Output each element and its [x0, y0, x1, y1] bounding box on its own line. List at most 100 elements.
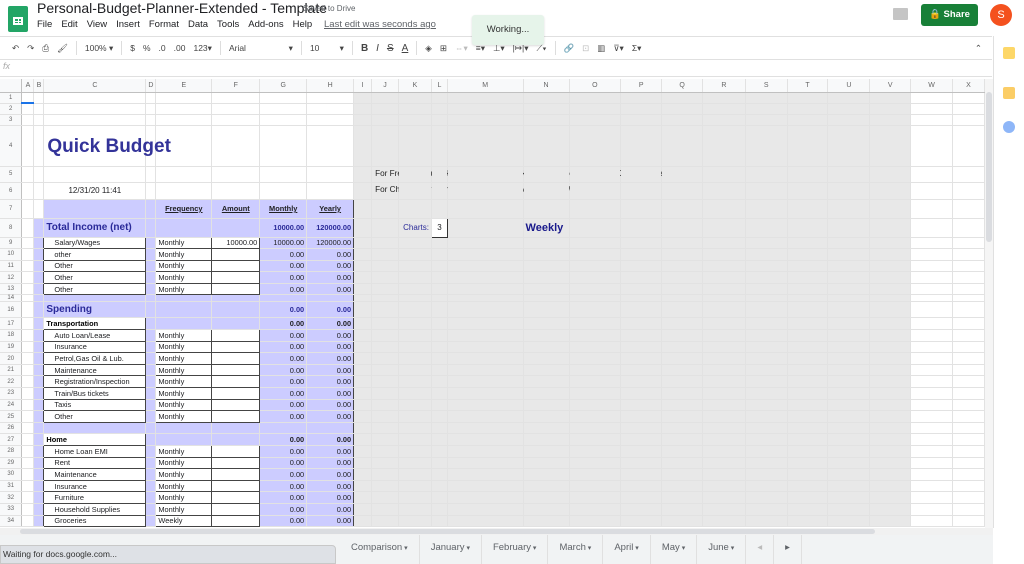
cell-N10[interactable] [523, 248, 570, 261]
cell-K19[interactable] [398, 341, 432, 354]
cell-D11[interactable] [145, 260, 157, 273]
cell-M19[interactable] [447, 341, 524, 354]
cell-V23[interactable] [869, 387, 912, 400]
cell-L22[interactable] [431, 375, 448, 389]
cell-M10[interactable] [447, 248, 524, 261]
cell-D26[interactable] [145, 422, 157, 435]
cell-M22[interactable] [447, 375, 524, 389]
cell-A21[interactable] [21, 364, 35, 377]
cell-W18[interactable] [910, 329, 953, 342]
cell-V34[interactable] [869, 515, 912, 528]
cell-L13[interactable] [431, 283, 448, 296]
cell-F17[interactable] [211, 317, 261, 331]
row-header[interactable]: 24 [0, 399, 23, 412]
cell-V1[interactable] [869, 92, 912, 104]
cell-F22[interactable] [211, 375, 261, 389]
column-header-E[interactable]: E [155, 79, 213, 93]
cell-Q5[interactable] [661, 166, 703, 183]
cell-K20[interactable] [398, 352, 432, 365]
cell-P10[interactable] [620, 248, 663, 261]
cell-W31[interactable] [910, 480, 953, 493]
cell-P2[interactable] [620, 103, 663, 115]
cell-H14[interactable] [306, 294, 355, 303]
cell-E13[interactable]: Monthly [155, 282, 213, 296]
sheet-tab-march[interactable]: March ▾ [548, 535, 604, 564]
cell-R11[interactable] [702, 260, 746, 273]
cell-T3[interactable] [787, 114, 829, 126]
cell-B31[interactable] [33, 480, 45, 493]
cell-V8[interactable] [869, 218, 912, 238]
cell-E21[interactable]: Monthly [155, 363, 213, 377]
cell-F6[interactable] [211, 182, 261, 200]
cell-B29[interactable] [33, 457, 45, 470]
cell-G25[interactable]: 0.00 [259, 410, 308, 423]
cell-I14[interactable] [353, 294, 373, 303]
cell-L3[interactable] [431, 114, 448, 126]
cell-S18[interactable] [745, 329, 788, 342]
print-icon[interactable]: ⎙ [42, 43, 49, 54]
share-button[interactable]: 🔒 Share [921, 4, 978, 26]
row-header[interactable]: 32 [0, 491, 23, 504]
cell-D7[interactable] [145, 199, 157, 219]
cell-C19[interactable]: Insurance [43, 340, 147, 354]
cell-H21[interactable]: 0.00 [306, 364, 355, 377]
row-header[interactable]: 34 [0, 515, 23, 528]
cell-Q34[interactable] [661, 515, 703, 528]
percent-button[interactable]: % [143, 43, 151, 53]
cell-C2[interactable] [43, 103, 147, 115]
cell-S34[interactable] [745, 515, 788, 528]
cell-E28[interactable]: Monthly [155, 445, 213, 458]
cell-R30[interactable] [702, 468, 746, 481]
cell-N31[interactable] [523, 480, 570, 493]
cell-G2[interactable] [259, 103, 308, 115]
cell-S5[interactable] [745, 166, 788, 183]
cell-T13[interactable] [787, 283, 829, 296]
fill-color-icon[interactable]: ◈ [425, 43, 432, 54]
cell-U20[interactable] [827, 352, 871, 365]
cell-W33[interactable] [910, 503, 953, 516]
insert-comment-icon[interactable]: ⊡ [582, 43, 589, 54]
cell-H32[interactable]: 0.00 [306, 491, 355, 504]
cell-W2[interactable] [910, 103, 953, 115]
cell-P11[interactable] [620, 260, 663, 273]
cell-M25[interactable] [447, 410, 524, 423]
cell-K21[interactable] [398, 364, 432, 377]
cell-R5[interactable] [702, 166, 746, 183]
cell-T23[interactable] [787, 387, 829, 400]
cell-T8[interactable] [787, 218, 829, 238]
cell-H16[interactable]: 0.00 [306, 301, 355, 319]
cell-W8[interactable] [910, 218, 953, 238]
cell-X14[interactable] [952, 294, 985, 303]
cell-X21[interactable] [952, 364, 985, 377]
cell-B34[interactable] [33, 515, 45, 528]
cell-V7[interactable] [869, 199, 912, 219]
cell-I27[interactable] [353, 433, 373, 446]
functions-icon[interactable]: Σ▾ [632, 43, 642, 54]
cell-G3[interactable] [259, 114, 308, 126]
cell-O24[interactable] [569, 399, 622, 412]
cell-J33[interactable] [371, 503, 399, 516]
cell-W3[interactable] [910, 114, 953, 126]
cell-Q23[interactable] [661, 387, 703, 400]
cell-L21[interactable] [431, 364, 448, 377]
cell-F31[interactable] [211, 479, 261, 493]
more-formats-button[interactable]: 123▾ [193, 43, 211, 54]
cell-N26[interactable] [523, 422, 570, 435]
borders-icon[interactable]: ⊞ [440, 43, 447, 54]
cell-P18[interactable] [620, 329, 663, 342]
select-all-corner[interactable] [0, 79, 23, 93]
cell-X31[interactable] [952, 480, 985, 493]
cell-H26[interactable] [306, 422, 355, 435]
row-header[interactable]: 10 [0, 248, 23, 261]
cell-C9[interactable]: Salary/Wages [43, 236, 147, 250]
cell-W28[interactable] [910, 445, 953, 458]
cell-K18[interactable] [398, 329, 432, 342]
horizontal-scrollbar-thumb[interactable] [20, 529, 875, 534]
cell-R9[interactable] [702, 237, 746, 250]
cell-D31[interactable] [145, 480, 157, 493]
cell-F27[interactable] [211, 433, 261, 446]
cell-S14[interactable] [745, 294, 788, 303]
menu-data[interactable]: Data [188, 19, 208, 30]
cell-V22[interactable] [869, 375, 912, 389]
cell-X25[interactable] [952, 410, 985, 423]
